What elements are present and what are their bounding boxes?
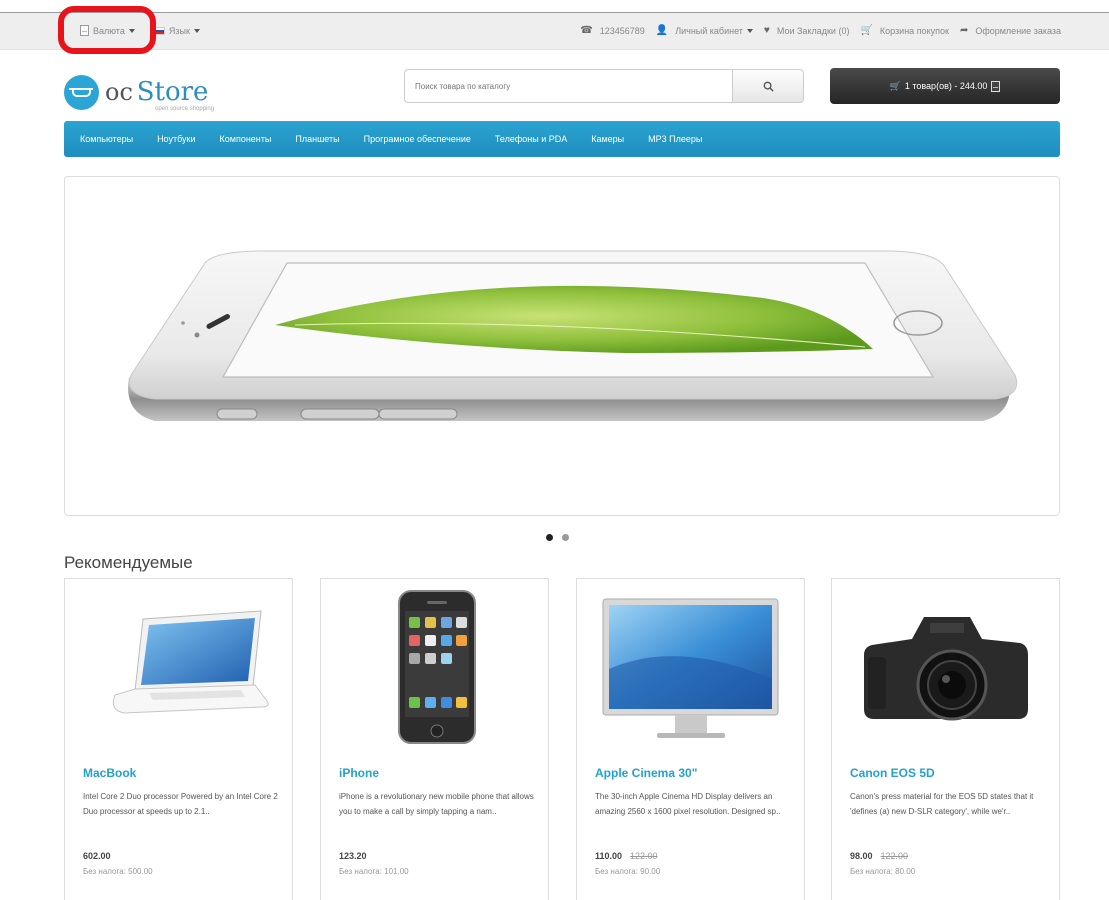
phone-icon: ☎ bbox=[580, 25, 593, 36]
search-icon bbox=[763, 81, 774, 92]
cart-icon: 🛒 bbox=[889, 80, 901, 91]
featured-heading: Рекомендуемые bbox=[64, 553, 193, 572]
phone-link[interactable]: ☎ 123456789 bbox=[580, 25, 645, 36]
product-card-canon-eos: Canon EOS 5D Canon's press material for … bbox=[831, 578, 1060, 900]
product-price: 602.00 bbox=[83, 851, 111, 861]
logo-oc-text: oc bbox=[105, 78, 133, 106]
product-name[interactable]: Canon EOS 5D bbox=[850, 766, 935, 780]
price-value: 123.20 bbox=[339, 851, 367, 861]
wishlist-link[interactable]: ♥ Мои Закладки (0) bbox=[764, 25, 850, 36]
currency-icon bbox=[991, 80, 1001, 92]
product-price: 110.00 122.00 bbox=[595, 851, 658, 861]
product-name[interactable]: iPhone bbox=[339, 766, 379, 780]
slide-dot-1[interactable] bbox=[546, 534, 553, 541]
featured-products: MacBook Intel Core 2 Duo processor Power… bbox=[64, 578, 1060, 900]
slide-dot-2[interactable] bbox=[562, 534, 569, 541]
slider-pagination bbox=[546, 534, 569, 541]
iphone-image[interactable] bbox=[321, 579, 548, 759]
menu-item-components[interactable]: Компоненты bbox=[220, 134, 272, 144]
product-name[interactable]: MacBook bbox=[83, 766, 136, 780]
chevron-down-icon bbox=[746, 28, 753, 33]
menu-item-tablets[interactable]: Планшеты bbox=[295, 134, 339, 144]
menu-item-laptops[interactable]: Ноутбуки bbox=[157, 134, 195, 144]
heart-icon: ♥ bbox=[763, 25, 770, 36]
wishlist-label: Мои Закладки (0) bbox=[776, 25, 850, 36]
logo-store-text: Store bbox=[136, 77, 209, 107]
price-value: 110.00 bbox=[595, 851, 623, 861]
price-without-tax: Без налога: 500.00 bbox=[83, 867, 153, 876]
macbook-image[interactable] bbox=[65, 579, 292, 759]
checkout-label: Оформление заказа bbox=[975, 25, 1061, 36]
price-value: 602.00 bbox=[83, 851, 111, 861]
search-input[interactable] bbox=[404, 69, 732, 103]
red-highlight-annotation bbox=[58, 6, 156, 54]
chevron-down-icon bbox=[193, 28, 200, 33]
phone-number: 123456789 bbox=[599, 25, 645, 36]
logo-wordmark: oc Store open source shopping bbox=[105, 77, 214, 112]
search-button[interactable] bbox=[732, 69, 804, 103]
shopping-cart-link[interactable]: 🛒 Корзина покупок bbox=[860, 25, 948, 36]
cart-total: 1 товар(ов) - 244.00 bbox=[904, 81, 988, 91]
account-dropdown[interactable]: 👤 Личный кабинет bbox=[656, 25, 753, 36]
old-price-value: 122.00 bbox=[880, 851, 909, 861]
cart-icon: 🛒 bbox=[860, 25, 873, 36]
product-card-iphone: iPhone iPhone is a revolutionary new mob… bbox=[320, 578, 549, 900]
product-price: 98.00 122.00 bbox=[850, 851, 908, 861]
product-card-apple-cinema: Apple Cinema 30" The 30-inch Apple Cinem… bbox=[576, 578, 805, 900]
product-description: Canon's press material for the EOS 5D st… bbox=[850, 792, 1034, 816]
product-price: 123.20 bbox=[339, 851, 367, 861]
store-logo[interactable]: oc Store open source shopping bbox=[64, 70, 214, 114]
cart-logo-icon bbox=[64, 74, 99, 110]
monitor-image[interactable] bbox=[577, 579, 804, 759]
top-bar: Валюта Язык ☎ 123456789 👤 Личный кабинет… bbox=[0, 12, 1109, 50]
menu-item-mp3[interactable]: MP3 Плееры bbox=[648, 134, 702, 144]
price-without-tax: Без налога: 80.00 bbox=[850, 867, 916, 876]
account-label: Личный кабинет bbox=[675, 25, 743, 36]
camera-image[interactable] bbox=[832, 579, 1059, 759]
menu-item-cameras[interactable]: Камеры bbox=[591, 134, 624, 144]
menu-item-computers[interactable]: Компьютеры bbox=[80, 134, 133, 144]
top-bar-links: ☎ 123456789 👤 Личный кабинет ♥ Мои Закла… bbox=[580, 25, 1061, 36]
price-without-tax: Без налога: 90.00 bbox=[595, 867, 661, 876]
logo-tagline: open source shopping bbox=[155, 106, 215, 112]
menu-item-software[interactable]: Програмное обеспечение bbox=[364, 134, 471, 144]
old-price-value: 122.00 bbox=[630, 851, 658, 861]
iphone-banner-image bbox=[128, 250, 1018, 421]
cart-button[interactable]: 🛒 1 товар(ов) - 244.00 bbox=[830, 68, 1060, 104]
checkout-link[interactable]: ➦ Оформление заказа bbox=[960, 25, 1061, 36]
product-description: The 30-inch Apple Cinema HD Display deli… bbox=[595, 792, 781, 816]
product-description: Intel Core 2 Duo processor Powered by an… bbox=[83, 792, 278, 816]
language-dropdown[interactable]: Язык bbox=[152, 25, 200, 36]
search-bar bbox=[404, 69, 804, 103]
category-menu: Компьютеры Ноутбуки Компоненты Планшеты … bbox=[64, 121, 1060, 157]
share-arrow-icon: ➦ bbox=[959, 25, 969, 36]
price-without-tax: Без налога: 101.00 bbox=[339, 867, 409, 876]
product-description: iPhone is a revolutionary new mobile pho… bbox=[339, 792, 534, 816]
language-label: Язык bbox=[168, 25, 190, 36]
banner-slider[interactable] bbox=[64, 176, 1060, 516]
menu-item-phones[interactable]: Телефоны и PDA bbox=[495, 134, 567, 144]
product-name[interactable]: Apple Cinema 30" bbox=[595, 766, 697, 780]
user-icon: 👤 bbox=[655, 25, 669, 36]
product-card-macbook: MacBook Intel Core 2 Duo processor Power… bbox=[64, 578, 293, 900]
cart-link-label: Корзина покупок bbox=[879, 25, 949, 36]
price-value: 98.00 bbox=[850, 851, 873, 861]
